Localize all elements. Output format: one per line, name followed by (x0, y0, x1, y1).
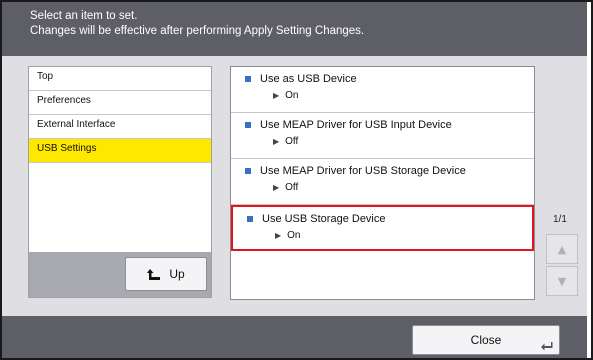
up-arrow-icon (147, 268, 161, 280)
setting-title: Use MEAP Driver for USB Input Device (260, 119, 452, 131)
bullet-icon (247, 216, 253, 222)
navigation-tree: Top Preferences External Interface USB S… (28, 66, 212, 256)
setting-use-as-usb-device[interactable]: Use as USB Device ▶ On (231, 67, 534, 113)
enter-return-icon (541, 342, 553, 351)
value-arrow-icon: ▶ (273, 183, 280, 192)
bullet-icon (245, 122, 251, 128)
value-arrow-icon: ▶ (273, 137, 280, 146)
bullet-icon (245, 168, 251, 174)
setting-title: Use as USB Device (260, 73, 357, 85)
instruction-header: Select an item to set. Changes will be e… (2, 2, 587, 56)
setting-value: Off (285, 182, 299, 193)
setting-use-usb-storage-device[interactable]: Use USB Storage Device ▶ On (231, 205, 534, 251)
bullet-icon (245, 76, 251, 82)
scroll-up-button[interactable]: ▲ (546, 234, 578, 264)
setting-meap-driver-usb-storage[interactable]: Use MEAP Driver for USB Storage Device ▶… (231, 159, 534, 205)
triangle-up-icon: ▲ (557, 242, 567, 256)
setting-title: Use MEAP Driver for USB Storage Device (260, 165, 466, 177)
scroll-down-button[interactable]: ▼ (546, 266, 578, 296)
setting-meap-driver-usb-input[interactable]: Use MEAP Driver for USB Input Device ▶ Of… (231, 113, 534, 159)
value-arrow-icon: ▶ (275, 231, 282, 240)
up-button-label: Up (169, 267, 185, 281)
up-button[interactable]: Up (125, 257, 207, 291)
setting-value: On (287, 230, 301, 241)
close-button-label: Close (470, 333, 502, 347)
tree-footer: Up (28, 252, 212, 298)
tree-item-top[interactable]: Top (29, 67, 211, 91)
close-button[interactable]: Close (412, 325, 560, 355)
instruction-line-2: Changes will be effective after performi… (30, 25, 365, 37)
page-indicator: 1/1 (553, 214, 567, 225)
value-arrow-icon: ▶ (273, 91, 280, 100)
setting-title: Use USB Storage Device (262, 213, 386, 225)
settings-list: Use as USB Device ▶ On Use MEAP Driver fo… (230, 66, 535, 300)
tree-item-preferences[interactable]: Preferences (29, 91, 211, 115)
setting-value: On (285, 90, 299, 101)
triangle-down-icon: ▼ (557, 274, 567, 288)
tree-item-usb-settings[interactable]: USB Settings (29, 139, 211, 163)
instruction-line-1: Select an item to set. (30, 10, 138, 22)
setting-value: Off (285, 136, 299, 147)
tree-item-external-interface[interactable]: External Interface (29, 115, 211, 139)
